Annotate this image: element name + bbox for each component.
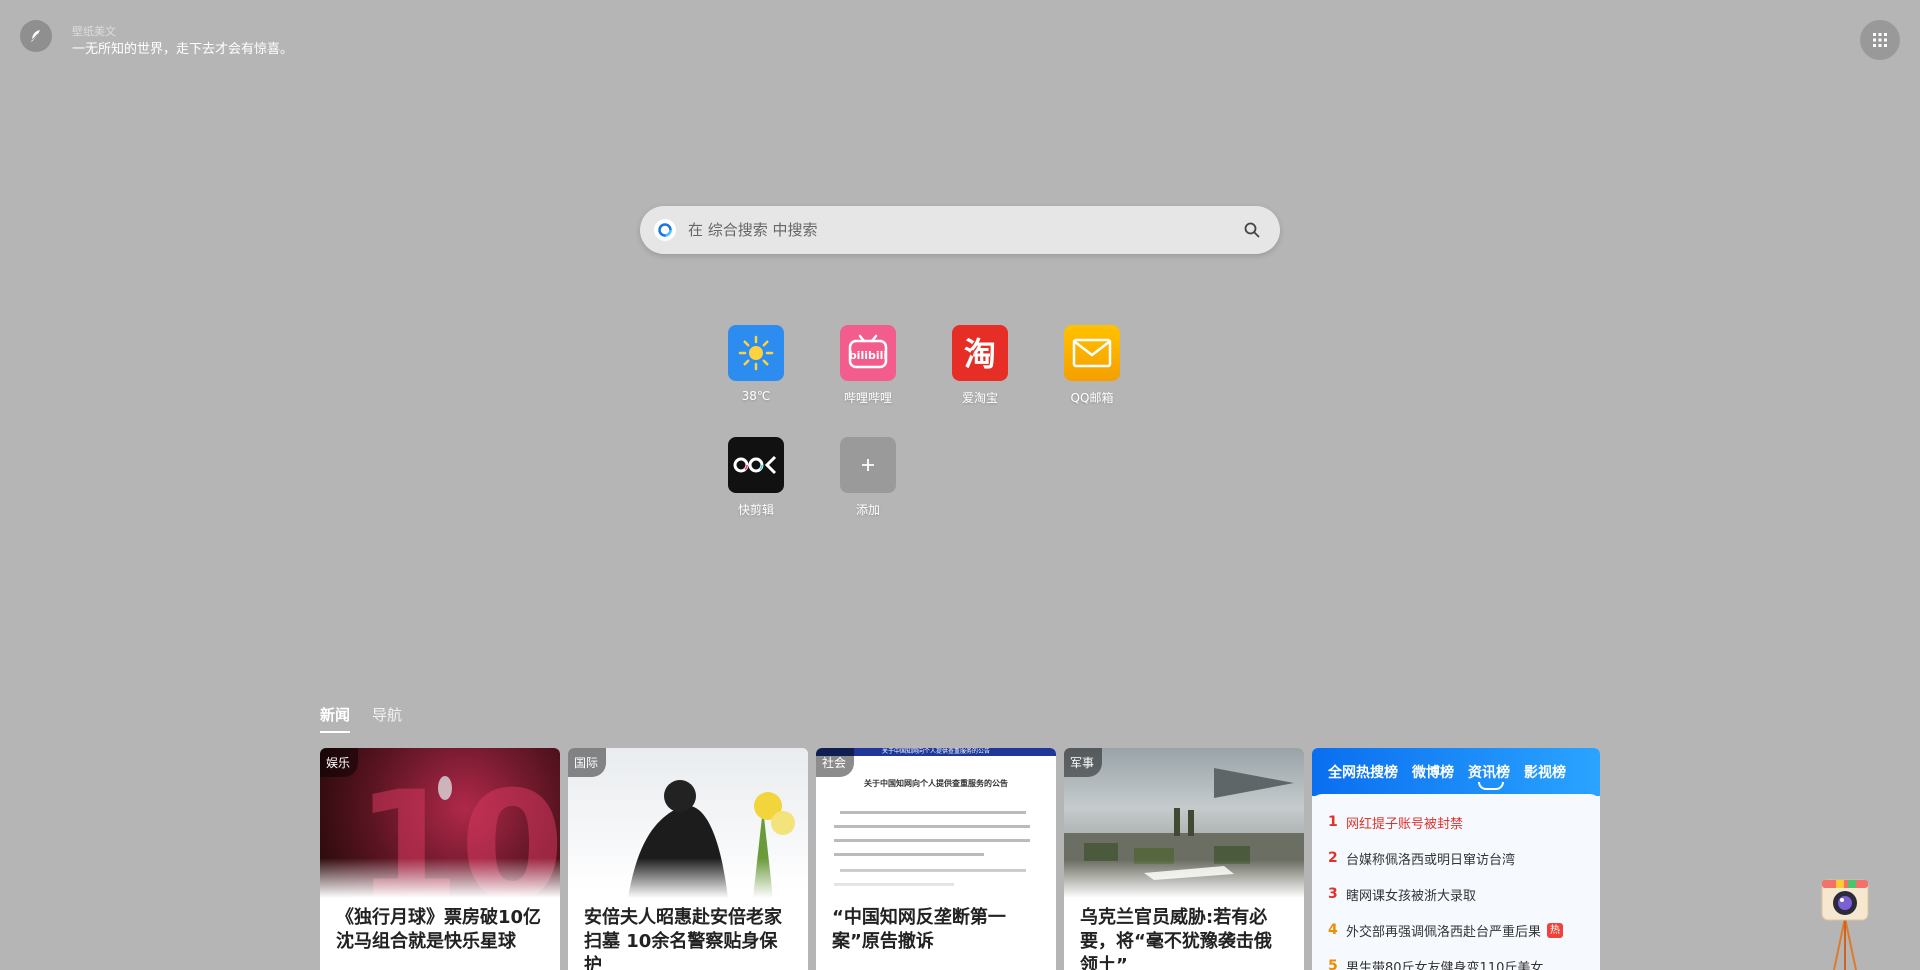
hot-list-panel: 全网热搜榜 微博榜 资讯榜 影视榜 1 网红提子账号被封禁 2 台媒称佩洛西或明…: [1312, 748, 1600, 970]
category-badge: 娱乐: [320, 748, 359, 777]
svg-text:淘: 淘: [964, 335, 996, 373]
document-heading: 关于中国知网向个人提供查重服务的公告: [864, 779, 1008, 788]
tab-movies[interactable]: 影视榜: [1524, 762, 1566, 782]
list-item[interactable]: 5 男生带80斤女友健身变110斤美女: [1328, 948, 1584, 970]
news-cards: 10 娱乐 《独行月球》票房破10亿 沈马组合就是快乐星球 国际 安倍夫人昭惠赴…: [320, 748, 1304, 970]
grid-icon: [1873, 33, 1887, 47]
bilibili-icon: bilibili: [840, 325, 896, 381]
list-item[interactable]: 4 外交部再强调佩洛西赴台严重后果 热: [1328, 912, 1584, 948]
shortcut-label: 38℃: [741, 389, 771, 403]
shortcut-taobao[interactable]: 淘 爱淘宝: [924, 325, 1036, 437]
wallpaper-quote-text: 一无所知的世界，走下去才会有惊喜。: [72, 42, 294, 57]
list-item[interactable]: 3 瞎网课女孩被浙大录取: [1328, 876, 1584, 912]
feather-icon[interactable]: [20, 20, 52, 52]
shortcut-label: 添加: [855, 503, 880, 517]
category-badge: 国际: [568, 748, 607, 777]
tab-all-hot[interactable]: 全网热搜榜: [1328, 762, 1398, 782]
list-item-text: 外交部再强调佩洛西赴台严重后果: [1346, 924, 1542, 940]
svg-text:bilibili: bilibili: [849, 349, 887, 362]
search-bar: [640, 206, 1280, 254]
search-icon[interactable]: [1240, 218, 1264, 242]
hot-list: 1 网红提子账号被封禁 2 台媒称佩洛西或明日窜访台湾 3 瞎网课女孩被浙大录取…: [1312, 794, 1600, 970]
kuaijianji-icon: [728, 437, 784, 493]
list-item-text: 台媒称佩洛西或明日窜访台湾: [1346, 852, 1516, 868]
rank-number: 5: [1328, 958, 1338, 970]
list-item[interactable]: 1 网红提子账号被封禁: [1328, 804, 1584, 840]
search-engine-icon[interactable]: [654, 219, 676, 241]
tab-news[interactable]: 新闻: [320, 704, 351, 733]
sun-icon: [728, 325, 784, 381]
news-title[interactable]: “中国知网反垄断第一案”原告撤诉: [816, 898, 1056, 962]
tab-news-hot[interactable]: 资讯榜: [1468, 762, 1510, 790]
hot-list-tabs: 全网热搜榜 微博榜 资讯榜 影视榜: [1312, 748, 1600, 796]
plus-icon: [840, 437, 896, 493]
shortcut-label: 哔哩哔哩: [843, 391, 892, 405]
rank-number: 4: [1328, 922, 1338, 938]
shortcut-kuaijianji[interactable]: 快剪辑: [700, 437, 812, 549]
news-image: 10 娱乐: [320, 748, 560, 934]
news-title[interactable]: 乌克兰官员威胁:若有必要，将“毫不犹豫袭击俄领土”: [1064, 898, 1304, 970]
list-item[interactable]: 2 台媒称佩洛西或明日窜访台湾: [1328, 840, 1584, 876]
shortcut-label: 爱淘宝: [961, 391, 998, 405]
rank-number: 1: [1328, 814, 1338, 830]
list-item-text: 网红提子账号被封禁: [1346, 816, 1464, 832]
news-image: 国际: [568, 748, 808, 898]
category-badge: 社会: [816, 748, 855, 777]
add-shortcut-button[interactable]: 添加: [812, 437, 924, 549]
shortcut-label: QQ邮箱: [1070, 391, 1114, 405]
tab-weibo[interactable]: 微博榜: [1412, 762, 1454, 782]
search-input[interactable]: [688, 221, 1240, 239]
camera-icon[interactable]: [1820, 878, 1870, 970]
tab-navigation[interactable]: 导航: [372, 704, 402, 733]
rank-number: 2: [1328, 850, 1338, 866]
wallpaper-title: 壁纸美文: [72, 25, 116, 38]
shortcut-grid: 38℃ bilibili 哔哩哔哩 淘 爱淘宝 QQ邮箱 快剪辑 添加: [700, 325, 1220, 549]
shortcut-label: 快剪辑: [737, 503, 774, 517]
news-image: 军事: [1064, 748, 1304, 898]
news-title[interactable]: 《独行月球》票房破10亿 沈马组合就是快乐星球: [320, 898, 560, 962]
apps-button[interactable]: [1860, 20, 1900, 60]
rank-number: 3: [1328, 886, 1338, 902]
news-card[interactable]: 10 娱乐 《独行月球》票房破10亿 沈马组合就是快乐星球: [320, 748, 560, 970]
shortcut-bilibili[interactable]: bilibili 哔哩哔哩: [812, 325, 924, 437]
mail-icon: [1064, 325, 1120, 381]
list-item-text: 男生带80斤女友健身变110斤美女: [1346, 960, 1544, 970]
news-tabs: 新闻 导航: [320, 704, 402, 733]
news-card[interactable]: 国际 安倍夫人昭惠赴安倍老家扫墓 10余名警察贴身保护: [568, 748, 808, 970]
shortcut-weather[interactable]: 38℃: [700, 325, 812, 437]
wallpaper-quote: 壁纸美文 一无所知的世界，走下去才会有惊喜。: [72, 24, 293, 60]
news-card[interactable]: 军事 乌克兰官员威胁:若有必要，将“毫不犹豫袭击俄领土”: [1064, 748, 1304, 970]
hot-badge: 热: [1547, 922, 1564, 938]
category-badge: 军事: [1064, 748, 1103, 777]
taobao-icon: 淘: [952, 325, 1008, 381]
news-title[interactable]: 安倍夫人昭惠赴安倍老家扫墓 10余名警察贴身保护: [568, 898, 808, 970]
list-item-text: 瞎网课女孩被浙大录取: [1346, 888, 1477, 904]
shortcut-qqmail[interactable]: QQ邮箱: [1036, 325, 1148, 437]
news-image: 关于中国知网向个人提供查重服务的公告 关于中国知网向个人提供查重服务的公告 社会: [816, 748, 1056, 899]
news-card[interactable]: 关于中国知网向个人提供查重服务的公告 关于中国知网向个人提供查重服务的公告 社会…: [816, 748, 1056, 970]
